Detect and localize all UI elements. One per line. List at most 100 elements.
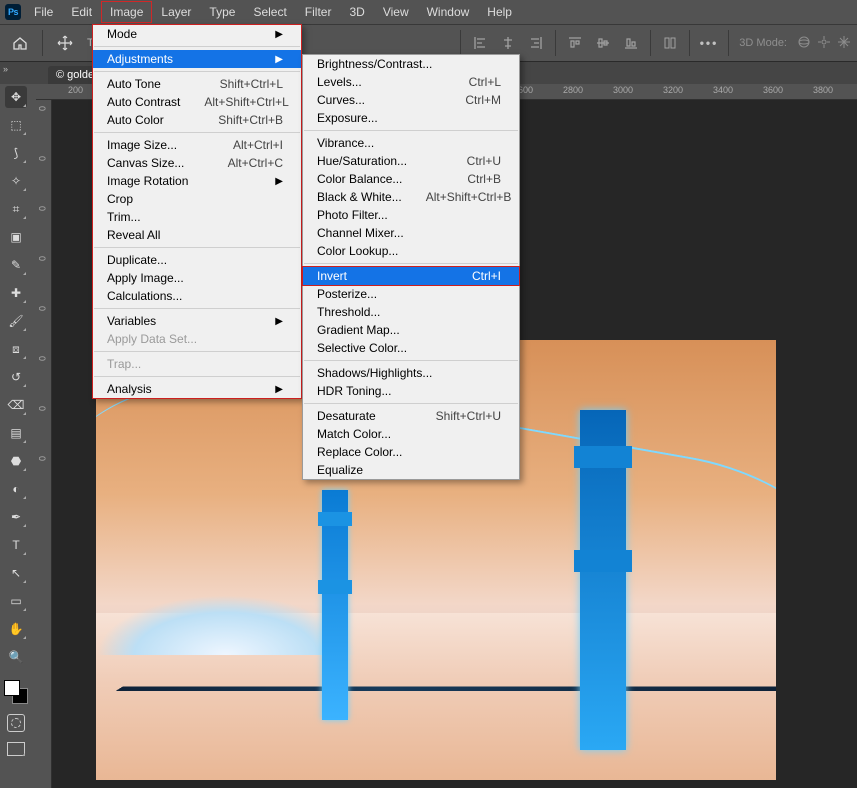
pan-3d-icon[interactable] <box>817 35 831 52</box>
clone-stamp-tool[interactable]: ⧈ <box>5 338 27 360</box>
menu-item-threshold[interactable]: Threshold... <box>303 303 519 321</box>
align-left-icon[interactable] <box>471 34 489 52</box>
menu-item-variables[interactable]: Variables▶ <box>93 312 301 330</box>
menu-item-crop[interactable]: Crop <box>93 190 301 208</box>
menu-select[interactable]: Select <box>244 1 295 23</box>
quick-mask-icon[interactable] <box>7 714 25 732</box>
menu-item-auto-color[interactable]: Auto ColorShift+Ctrl+B <box>93 111 301 129</box>
menu-file[interactable]: File <box>25 1 62 23</box>
menu-item-levels[interactable]: Levels...Ctrl+L <box>303 73 519 91</box>
align-right-icon[interactable] <box>527 34 545 52</box>
menu-item-color-balance[interactable]: Color Balance...Ctrl+B <box>303 170 519 188</box>
3d-mode-label: 3D Mode: <box>739 37 787 49</box>
separator <box>650 30 651 56</box>
pen-tool[interactable]: ✒ <box>5 506 27 528</box>
menu-item-apply-image[interactable]: Apply Image... <box>93 269 301 287</box>
marquee-tool[interactable]: ⬚ <box>5 114 27 136</box>
eraser-tool[interactable]: ⌫ <box>5 394 27 416</box>
menu-item-calculations[interactable]: Calculations... <box>93 287 301 305</box>
menu-item-analysis[interactable]: Analysis▶ <box>93 380 301 398</box>
more-options-icon[interactable]: ••• <box>700 36 719 50</box>
menu-item-desaturate[interactable]: DesaturateShift+Ctrl+U <box>303 407 519 425</box>
menu-edit[interactable]: Edit <box>62 1 101 23</box>
magic-wand-tool[interactable]: ✧ <box>5 170 27 192</box>
menu-window[interactable]: Window <box>418 1 479 23</box>
menu-filter[interactable]: Filter <box>296 1 341 23</box>
frame-tool[interactable]: ▣ <box>5 226 27 248</box>
menu-item-label: Color Lookup... <box>317 244 398 258</box>
menu-layer[interactable]: Layer <box>152 1 200 23</box>
move-tool[interactable]: ✥ <box>5 86 27 108</box>
menu-image[interactable]: Image <box>101 1 152 23</box>
history-brush-tool[interactable]: ↺ <box>5 366 27 388</box>
type-tool[interactable]: T <box>5 534 27 556</box>
menu-item-canvas-size[interactable]: Canvas Size...Alt+Ctrl+C <box>93 154 301 172</box>
menu-3d[interactable]: 3D <box>340 1 373 23</box>
screen-mode-icon[interactable] <box>7 742 25 756</box>
distribute-center-v-icon[interactable] <box>594 34 612 52</box>
menu-item-shortcut: Ctrl+I <box>472 269 501 283</box>
menu-item-label: Vibrance... <box>317 136 374 150</box>
healing-brush-tool[interactable]: ✚ <box>5 282 27 304</box>
menu-item-replace-color[interactable]: Replace Color... <box>303 443 519 461</box>
menu-type[interactable]: Type <box>200 1 244 23</box>
menu-item-channel-mixer[interactable]: Channel Mixer... <box>303 224 519 242</box>
menu-item-label: Curves... <box>317 93 365 107</box>
orbit-3d-icon[interactable] <box>797 35 811 52</box>
menu-item-color-lookup[interactable]: Color Lookup... <box>303 242 519 260</box>
menu-item-label: Equalize <box>317 463 363 477</box>
menu-item-equalize[interactable]: Equalize <box>303 461 519 479</box>
ruler-vertical[interactable]: 00000000 <box>36 100 52 788</box>
menu-item-image-rotation[interactable]: Image Rotation▶ <box>93 172 301 190</box>
menu-item-vibrance[interactable]: Vibrance... <box>303 134 519 152</box>
menu-view[interactable]: View <box>374 1 418 23</box>
menu-item-brightness-contrast[interactable]: Brightness/Contrast... <box>303 55 519 73</box>
menu-item-auto-tone[interactable]: Auto ToneShift+Ctrl+L <box>93 75 301 93</box>
align-center-h-icon[interactable] <box>499 34 517 52</box>
menu-item-black-white[interactable]: Black & White...Alt+Shift+Ctrl+B <box>303 188 519 206</box>
shape-tool[interactable]: ▭ <box>5 590 27 612</box>
menu-item-label: Mode <box>107 27 137 41</box>
dodge-tool[interactable]: ◐ <box>5 478 27 500</box>
menu-item-selective-color[interactable]: Selective Color... <box>303 339 519 357</box>
menu-item-exposure[interactable]: Exposure... <box>303 109 519 127</box>
menu-item-shadows-highlights[interactable]: Shadows/Highlights... <box>303 364 519 382</box>
menu-item-hdr-toning[interactable]: HDR Toning... <box>303 382 519 400</box>
menu-item-label: Desaturate <box>317 409 376 423</box>
menu-item-posterize[interactable]: Posterize... <box>303 285 519 303</box>
lasso-tool[interactable]: ⟆ <box>5 142 27 164</box>
move-tool-indicator-icon[interactable] <box>51 29 79 57</box>
color-swatches[interactable] <box>4 680 28 704</box>
menu-item-hue-saturation[interactable]: Hue/Saturation...Ctrl+U <box>303 152 519 170</box>
gradient-tool[interactable]: ▤ <box>5 422 27 444</box>
slide-3d-icon[interactable] <box>837 35 851 52</box>
menu-item-trim[interactable]: Trim... <box>93 208 301 226</box>
menu-item-curves[interactable]: Curves...Ctrl+M <box>303 91 519 109</box>
distribute-bottom-icon[interactable] <box>622 34 640 52</box>
menu-item-label: Trim... <box>107 210 141 224</box>
blur-tool[interactable]: ⬣ <box>5 450 27 472</box>
align-options-icon[interactable] <box>661 34 679 52</box>
path-select-tool[interactable]: ↖ <box>5 562 27 584</box>
menu-item-match-color[interactable]: Match Color... <box>303 425 519 443</box>
menu-item-mode[interactable]: Mode▶ <box>93 25 301 43</box>
menu-item-photo-filter[interactable]: Photo Filter... <box>303 206 519 224</box>
menu-item-gradient-map[interactable]: Gradient Map... <box>303 321 519 339</box>
home-icon[interactable] <box>6 29 34 57</box>
hand-tool[interactable]: ✋ <box>5 618 27 640</box>
crop-tool[interactable]: ⌗ <box>5 198 27 220</box>
menu-item-invert[interactable]: InvertCtrl+I <box>302 266 520 286</box>
distribute-top-icon[interactable] <box>566 34 584 52</box>
zoom-tool[interactable]: 🔍 <box>5 646 27 668</box>
menu-item-label: Gradient Map... <box>317 323 400 337</box>
menu-item-adjustments[interactable]: Adjustments▶ <box>93 50 301 68</box>
menu-item-image-size[interactable]: Image Size...Alt+Ctrl+I <box>93 136 301 154</box>
menu-item-duplicate[interactable]: Duplicate... <box>93 251 301 269</box>
collapse-panel-icon[interactable]: » <box>3 64 8 74</box>
eyedropper-tool[interactable]: ✎ <box>5 254 27 276</box>
menu-item-label: Duplicate... <box>107 253 167 267</box>
menu-help[interactable]: Help <box>478 1 521 23</box>
menu-item-auto-contrast[interactable]: Auto ContrastAlt+Shift+Ctrl+L <box>93 93 301 111</box>
menu-item-reveal-all[interactable]: Reveal All <box>93 226 301 244</box>
brush-tool[interactable]: 🖌 <box>5 310 27 332</box>
